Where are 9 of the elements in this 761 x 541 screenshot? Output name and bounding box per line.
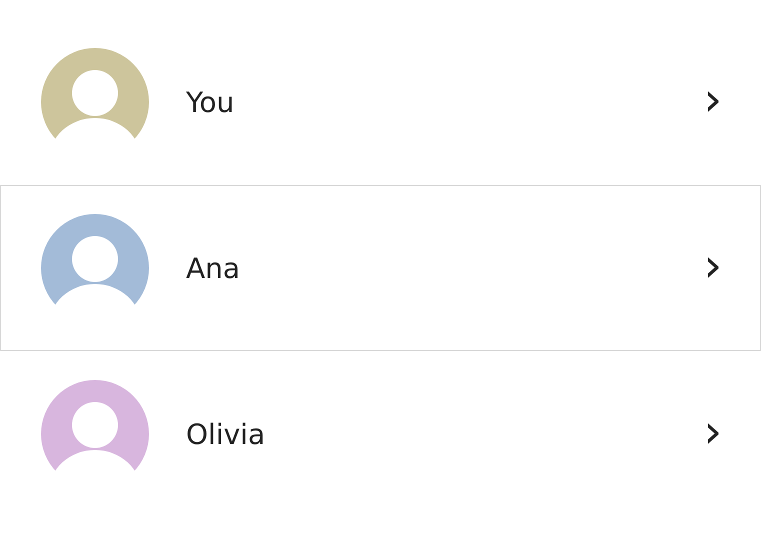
contact-row[interactable]: Ana › bbox=[0, 185, 761, 351]
contact-name: You bbox=[186, 86, 236, 118]
chevron-icon: › bbox=[704, 76, 722, 128]
contact-name: Ana bbox=[186, 252, 242, 284]
chevron-icon: › bbox=[704, 408, 722, 460]
contact-row[interactable]: You › bbox=[0, 19, 761, 185]
contact-name: Olivia bbox=[186, 418, 266, 450]
contact-row[interactable]: Olivia › bbox=[0, 351, 761, 517]
chevron-icon: › bbox=[704, 242, 722, 294]
